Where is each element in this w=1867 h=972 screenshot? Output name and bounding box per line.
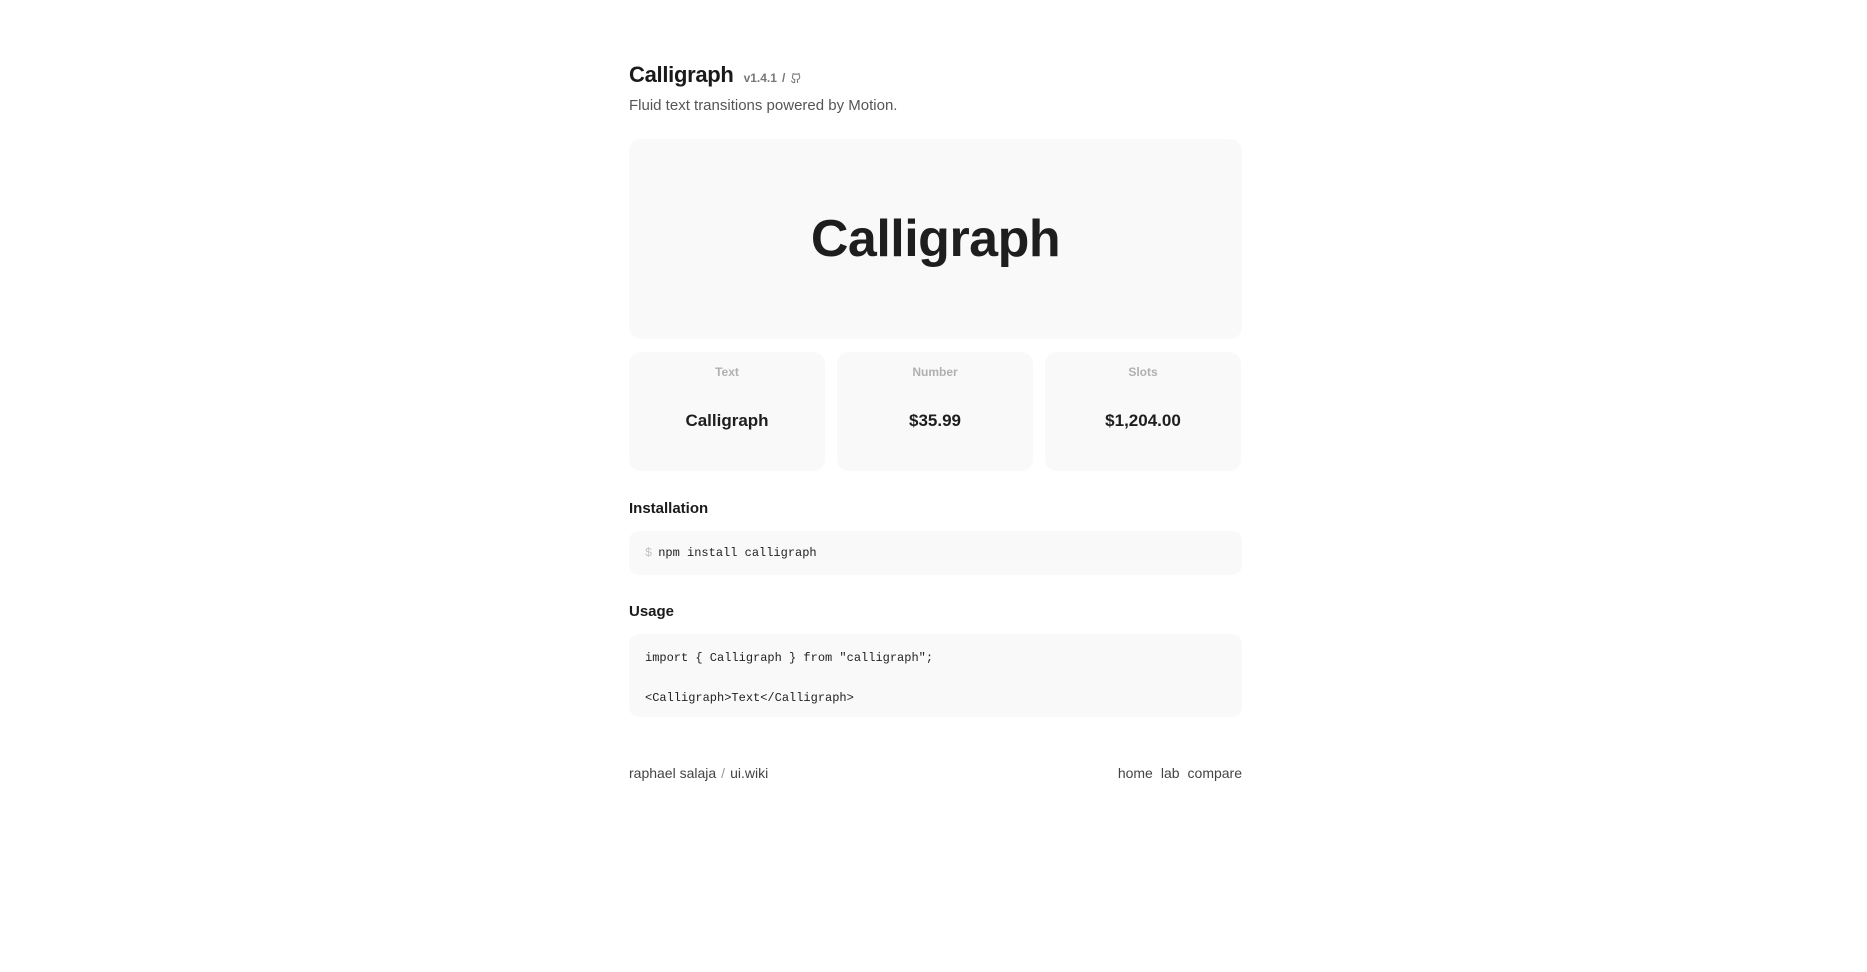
page-title: Calligraph bbox=[629, 62, 734, 87]
nav-link-compare[interactable]: compare bbox=[1188, 765, 1242, 781]
card-value: Calligraph bbox=[685, 411, 769, 430]
install-command: npm install calligraph bbox=[658, 546, 817, 560]
demo-card-text[interactable]: Text Calligraph bbox=[629, 352, 825, 471]
footer-nav: home lab compare bbox=[1118, 765, 1242, 781]
nav-link-home[interactable]: home bbox=[1118, 765, 1153, 781]
github-icon[interactable] bbox=[790, 72, 802, 84]
shell-prompt: $ bbox=[645, 546, 653, 560]
version-separator: / bbox=[781, 71, 786, 85]
footer-separator: / bbox=[721, 765, 726, 781]
author-link[interactable]: raphael salaja bbox=[629, 765, 716, 781]
footer-credits: raphael salaja / ui.wiki bbox=[629, 765, 768, 781]
nav-link-lab[interactable]: lab bbox=[1161, 765, 1180, 781]
card-label: Slots bbox=[1128, 365, 1158, 379]
code-line-component: <Calligraph>Text</Calligraph> bbox=[645, 691, 854, 705]
footer: raphael salaja / ui.wiki home lab compar… bbox=[629, 765, 1242, 781]
card-value: $35.99 bbox=[909, 411, 961, 430]
demo-card-slots[interactable]: Slots $1,204.00 bbox=[1045, 352, 1241, 471]
header: Calligraph v1.4.1 / bbox=[629, 62, 1242, 88]
install-code-block[interactable]: $ npm install calligraph bbox=[629, 531, 1242, 575]
usage-code-block[interactable]: import { Calligraph } from "calligraph";… bbox=[629, 634, 1242, 717]
card-label: Text bbox=[715, 365, 739, 379]
demo-cards: Text Calligraph Number $35.99 Slots $1,2… bbox=[629, 352, 1242, 471]
card-label: Number bbox=[912, 365, 958, 379]
installation-title: Installation bbox=[629, 500, 709, 517]
card-value: $1,204.00 bbox=[1105, 411, 1181, 430]
version-badge: v1.4.1 bbox=[743, 71, 777, 85]
site-link[interactable]: ui.wiki bbox=[730, 765, 768, 781]
page-subtitle: Fluid text transitions powered by Motion… bbox=[629, 97, 898, 114]
version-meta: v1.4.1 / bbox=[744, 71, 803, 85]
usage-title: Usage bbox=[629, 603, 675, 620]
page-container: Calligraph v1.4.1 / Fluid text transitio… bbox=[629, 62, 1242, 781]
code-line-import: import { Calligraph } from "calligraph"; bbox=[645, 651, 934, 665]
hero-preview: Calligraph bbox=[629, 139, 1242, 339]
hero-text: Calligraph bbox=[810, 210, 1061, 268]
demo-card-number[interactable]: Number $35.99 bbox=[837, 352, 1033, 471]
